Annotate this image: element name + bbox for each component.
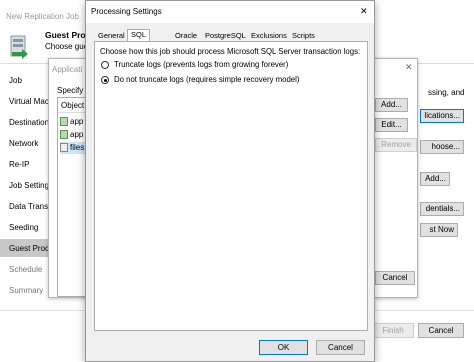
choose-button[interactable]: hoose... [420, 140, 464, 154]
applications-dialog-close-icon[interactable]: ✕ [405, 62, 413, 73]
applications-dialog-title: Applicati [52, 65, 83, 74]
app-add-button[interactable]: Add... [375, 98, 408, 112]
sql-tab-panel: Choose how this job should process Micro… [94, 41, 368, 331]
dialog-title: Processing Settings [91, 7, 162, 16]
column-divider [58, 112, 88, 113]
applications-button[interactable]: lications... [420, 109, 464, 123]
truncate-logs-label: Truncate logs (prevents logs from growin… [114, 60, 289, 69]
cancel-button[interactable]: Cancel [316, 340, 365, 355]
sql-prompt: Choose how this job should process Micro… [100, 47, 361, 56]
nav-item-data-transfer[interactable]: Data Transf [9, 202, 50, 211]
add-account-button[interactable]: Add... [420, 172, 450, 186]
tab-general[interactable]: General [98, 31, 125, 41]
wizard-title: New Replication Job [6, 12, 79, 21]
app-remove-button[interactable]: Remove [375, 138, 417, 152]
close-icon[interactable]: ✕ [360, 6, 368, 17]
nav-item-destination[interactable]: Destination [9, 118, 49, 127]
wizard-nav [0, 64, 48, 362]
wizard-cancel-button[interactable]: Cancel [418, 323, 464, 338]
nav-item-guest-processing[interactable]: Guest Proce [9, 244, 53, 253]
list-item[interactable]: app [60, 116, 88, 128]
nav-item-re-ip[interactable]: Re-IP [9, 160, 29, 169]
tab-exclusions[interactable]: Exclusions [251, 31, 287, 41]
do-not-truncate-logs-label: Do not truncate logs (requires simple re… [114, 75, 300, 84]
list-item[interactable]: files [60, 142, 88, 154]
credentials-button[interactable]: dentials... [420, 202, 464, 216]
vm-icon [60, 117, 68, 126]
tab-scripts[interactable]: Scripts [292, 31, 315, 41]
do-not-truncate-logs-option[interactable]: Do not truncate logs (requires simple re… [101, 75, 341, 87]
wizard-right-text: ssing, and [428, 88, 465, 97]
dialog-titlebar: Processing Settings ✕ [86, 1, 374, 23]
processing-settings-dialog: Processing Settings ✕ General SQL Oracle… [85, 0, 375, 362]
app-cancel-button[interactable]: Cancel [375, 271, 415, 285]
list-item-label: app [70, 117, 84, 126]
truncate-logs-option[interactable]: Truncate logs (prevents logs from growin… [101, 60, 341, 72]
truncate-logs-radio[interactable] [101, 61, 109, 69]
objects-column-header[interactable]: Object [61, 101, 84, 110]
nav-item-network[interactable]: Network [9, 139, 38, 148]
list-item-label: app [70, 130, 84, 139]
nav-item-summary[interactable]: Summary [9, 286, 43, 295]
wizard-header-subtitle: Choose gue [45, 42, 89, 51]
nav-item-seeding[interactable]: Seeding [9, 223, 38, 232]
nav-item-job[interactable]: Job [9, 76, 22, 85]
wizard-header-icon [8, 34, 30, 60]
test-now-button[interactable]: st Now [420, 223, 458, 237]
tab-postgresql[interactable]: PostgreSQL [205, 31, 246, 41]
tab-oracle[interactable]: Oracle [175, 31, 197, 41]
nav-item-job-settings[interactable]: Job Setting [9, 181, 49, 190]
list-item[interactable]: app [60, 129, 88, 141]
app-edit-button[interactable]: Edit... [375, 118, 408, 132]
nav-item-schedule[interactable]: Schedule [9, 265, 42, 274]
server-arrow-icon [10, 35, 28, 59]
file-icon [60, 143, 68, 152]
ok-button[interactable]: OK [259, 340, 308, 355]
do-not-truncate-logs-radio[interactable] [101, 76, 109, 84]
list-item-label: files [70, 143, 85, 152]
nav-item-virtual-machines[interactable]: Virtual Mac [9, 97, 49, 106]
finish-button[interactable]: Finish [372, 323, 414, 338]
vm-icon [60, 130, 68, 139]
objects-list[interactable]: Object app app files [57, 97, 88, 297]
